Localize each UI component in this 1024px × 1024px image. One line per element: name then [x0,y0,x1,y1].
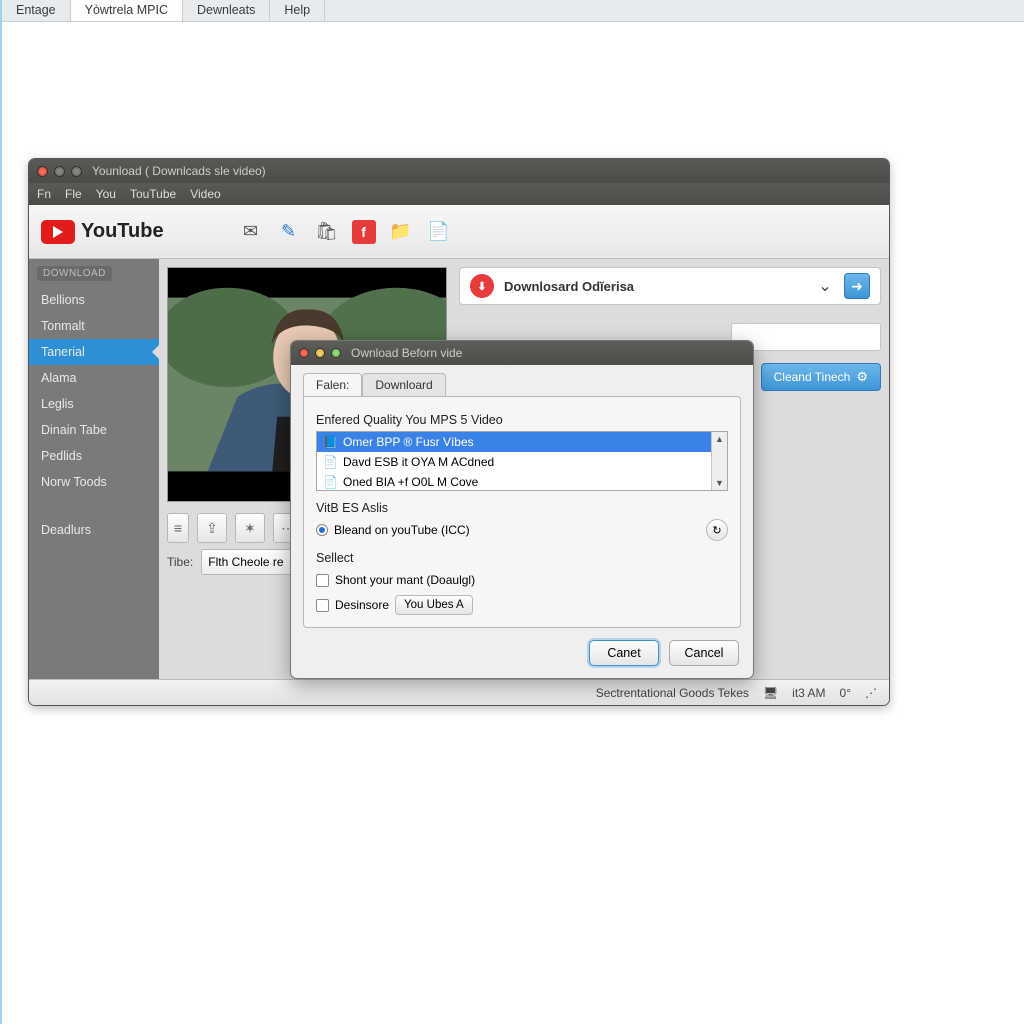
app-menubar: Fn Fle You TouTube Video [29,183,889,205]
document-icon[interactable]: 📄 [426,219,452,245]
app-toolbar: YouTube ✉ ✎ 🛍 f 📁 📄 [29,205,889,259]
scroll-down-icon[interactable]: ▼ [715,476,724,490]
export-icon[interactable]: ⇪ [197,513,227,543]
radio-label: Bleand on youTube (ICC) [334,523,470,537]
download-badge: DOWNLOAD [37,266,112,281]
ok-button[interactable]: Canet [589,640,659,666]
youtube-play-icon [41,220,75,244]
sidebar-item[interactable]: Pedlids [29,443,159,469]
sidebar-item[interactable]: Tanerial [29,339,159,365]
file-icon: 📄 [323,475,337,489]
menu-item[interactable]: Video [190,187,220,201]
browser-tabs: Entage Yòwtrela MPIC Dewnleats Help [2,0,1024,22]
download-dialog: Ownload Beforn vide Falen: Downloard Enf… [290,340,754,679]
download-brand-icon: ⬇ [470,274,494,298]
checkbox[interactable] [316,574,329,587]
title-label: Tibe: [167,555,193,569]
list-item[interactable]: 📄Davd ESB it OYA M ACdned [317,452,711,472]
radio-row: Bleand on youTube (ICC) ↻ [316,519,728,541]
mail-icon[interactable]: ✉ [238,219,264,245]
browser-tab[interactable]: Help [270,0,325,21]
youtube-label: YouTube [81,220,164,243]
youtube-logo: YouTube [41,220,164,244]
dialog-title: Ownload Beforn vide [351,346,462,360]
dialog-titlebar: Ownload Beforn vide [291,341,753,365]
quality-listbox[interactable]: 📘Omer BPP ® Fusr Víbes 📄Davd ESB it OYA … [316,431,728,491]
monitor-icon: 🖥 [763,686,778,700]
section-label: Sellect [316,551,728,565]
checkbox-label: Desinsore [335,598,389,612]
status-bar: Sectrentational Goods Tekes 🖥 it3 AM 0° … [29,679,889,705]
resize-grip-icon[interactable]: ⋰ [865,686,877,700]
close-icon[interactable] [37,166,48,177]
dialog-tab[interactable]: Falen: [303,373,362,396]
zoom-icon[interactable] [331,348,341,358]
sidebar-item[interactable]: Deadlurs [29,517,159,543]
download-header-title: Downlosard Odĭerisa [504,279,806,294]
radio-button[interactable] [316,524,328,536]
zoom-icon[interactable] [71,166,82,177]
window-title: Younload ( Downlcads sle video) [92,164,266,178]
browser-tab[interactable]: Dewnleats [183,0,270,21]
sidebar-item[interactable]: Tonmalt [29,313,159,339]
scroll-up-icon[interactable]: ▲ [715,432,724,446]
apple-icon[interactable] [200,219,226,245]
menu-item[interactable]: You [96,187,116,201]
cancel-button[interactable]: Cancel [669,640,739,666]
download-header: ⬇ Downlosard Odĭerisa ⌄ ➜ [459,267,881,305]
menu-item[interactable]: TouTube [130,187,176,201]
browser-tab[interactable]: Yòwtrela MPIC [71,0,183,21]
checkbox[interactable] [316,599,329,612]
file-icon: 📘 [323,435,337,449]
clear-button[interactable]: Cleand Tinech ⚙ [761,363,881,391]
sidebar: DOWNLOAD Bellions Tonmalt Tanerial Alama… [29,259,159,679]
gear-icon: ⚙ [856,369,868,385]
folder-icon[interactable]: 📁 [388,219,414,245]
browser-tab[interactable]: Entage [2,0,71,21]
minimize-icon[interactable] [315,348,325,358]
mini-button[interactable]: You Ubes A [395,595,473,615]
sidebar-item[interactable]: Alama [29,365,159,391]
list-item[interactable]: 📘Omer BPP ® Fusr Víbes [317,432,711,452]
status-time: it3 AM [792,686,825,700]
chevron-down-icon[interactable]: ⌄ [816,276,834,296]
button-label: Cleand Tinech [774,370,851,384]
sidebar-item[interactable]: Leglis [29,391,159,417]
menu-item[interactable]: Fle [65,187,82,201]
section-label: VitB ES Aslis [316,501,728,515]
share-icon[interactable]: ✶ [235,513,265,543]
refresh-icon[interactable]: ↻ [706,519,728,541]
sidebar-item[interactable]: Dinain Tabe [29,417,159,443]
file-icon: 📄 [323,455,337,469]
bag-icon[interactable]: 🛍 [314,219,340,245]
drag-handle-icon[interactable]: ≡ [167,513,189,543]
minimize-icon[interactable] [54,166,65,177]
list-item[interactable]: 📄Oned BIA +f O0L M Cove [317,472,711,490]
section-label: Enfered Quality You MPS 5 Video [316,413,728,427]
checkbox-label: Shont your mant (Doaulgl) [335,573,475,587]
status-text: Sectrentational Goods Tekes [596,686,749,700]
menu-item[interactable]: Fn [37,187,51,201]
dialog-tab[interactable]: Downloard [362,373,445,396]
scrollbar[interactable]: ▲ ▼ [711,432,727,490]
sidebar-item[interactable]: Norw Toods [29,469,159,495]
close-icon[interactable] [299,348,309,358]
status-extra-icon: 0° [840,686,851,700]
arrow-right-button[interactable]: ➜ [844,273,870,299]
facebook-icon[interactable]: f [352,220,376,244]
window-titlebar: Younload ( Downlcads sle video) [29,159,889,183]
pencil-icon[interactable]: ✎ [276,219,302,245]
sidebar-item[interactable]: Bellions [29,287,159,313]
dialog-panel: Enfered Quality You MPS 5 Video 📘Omer BP… [303,396,741,628]
